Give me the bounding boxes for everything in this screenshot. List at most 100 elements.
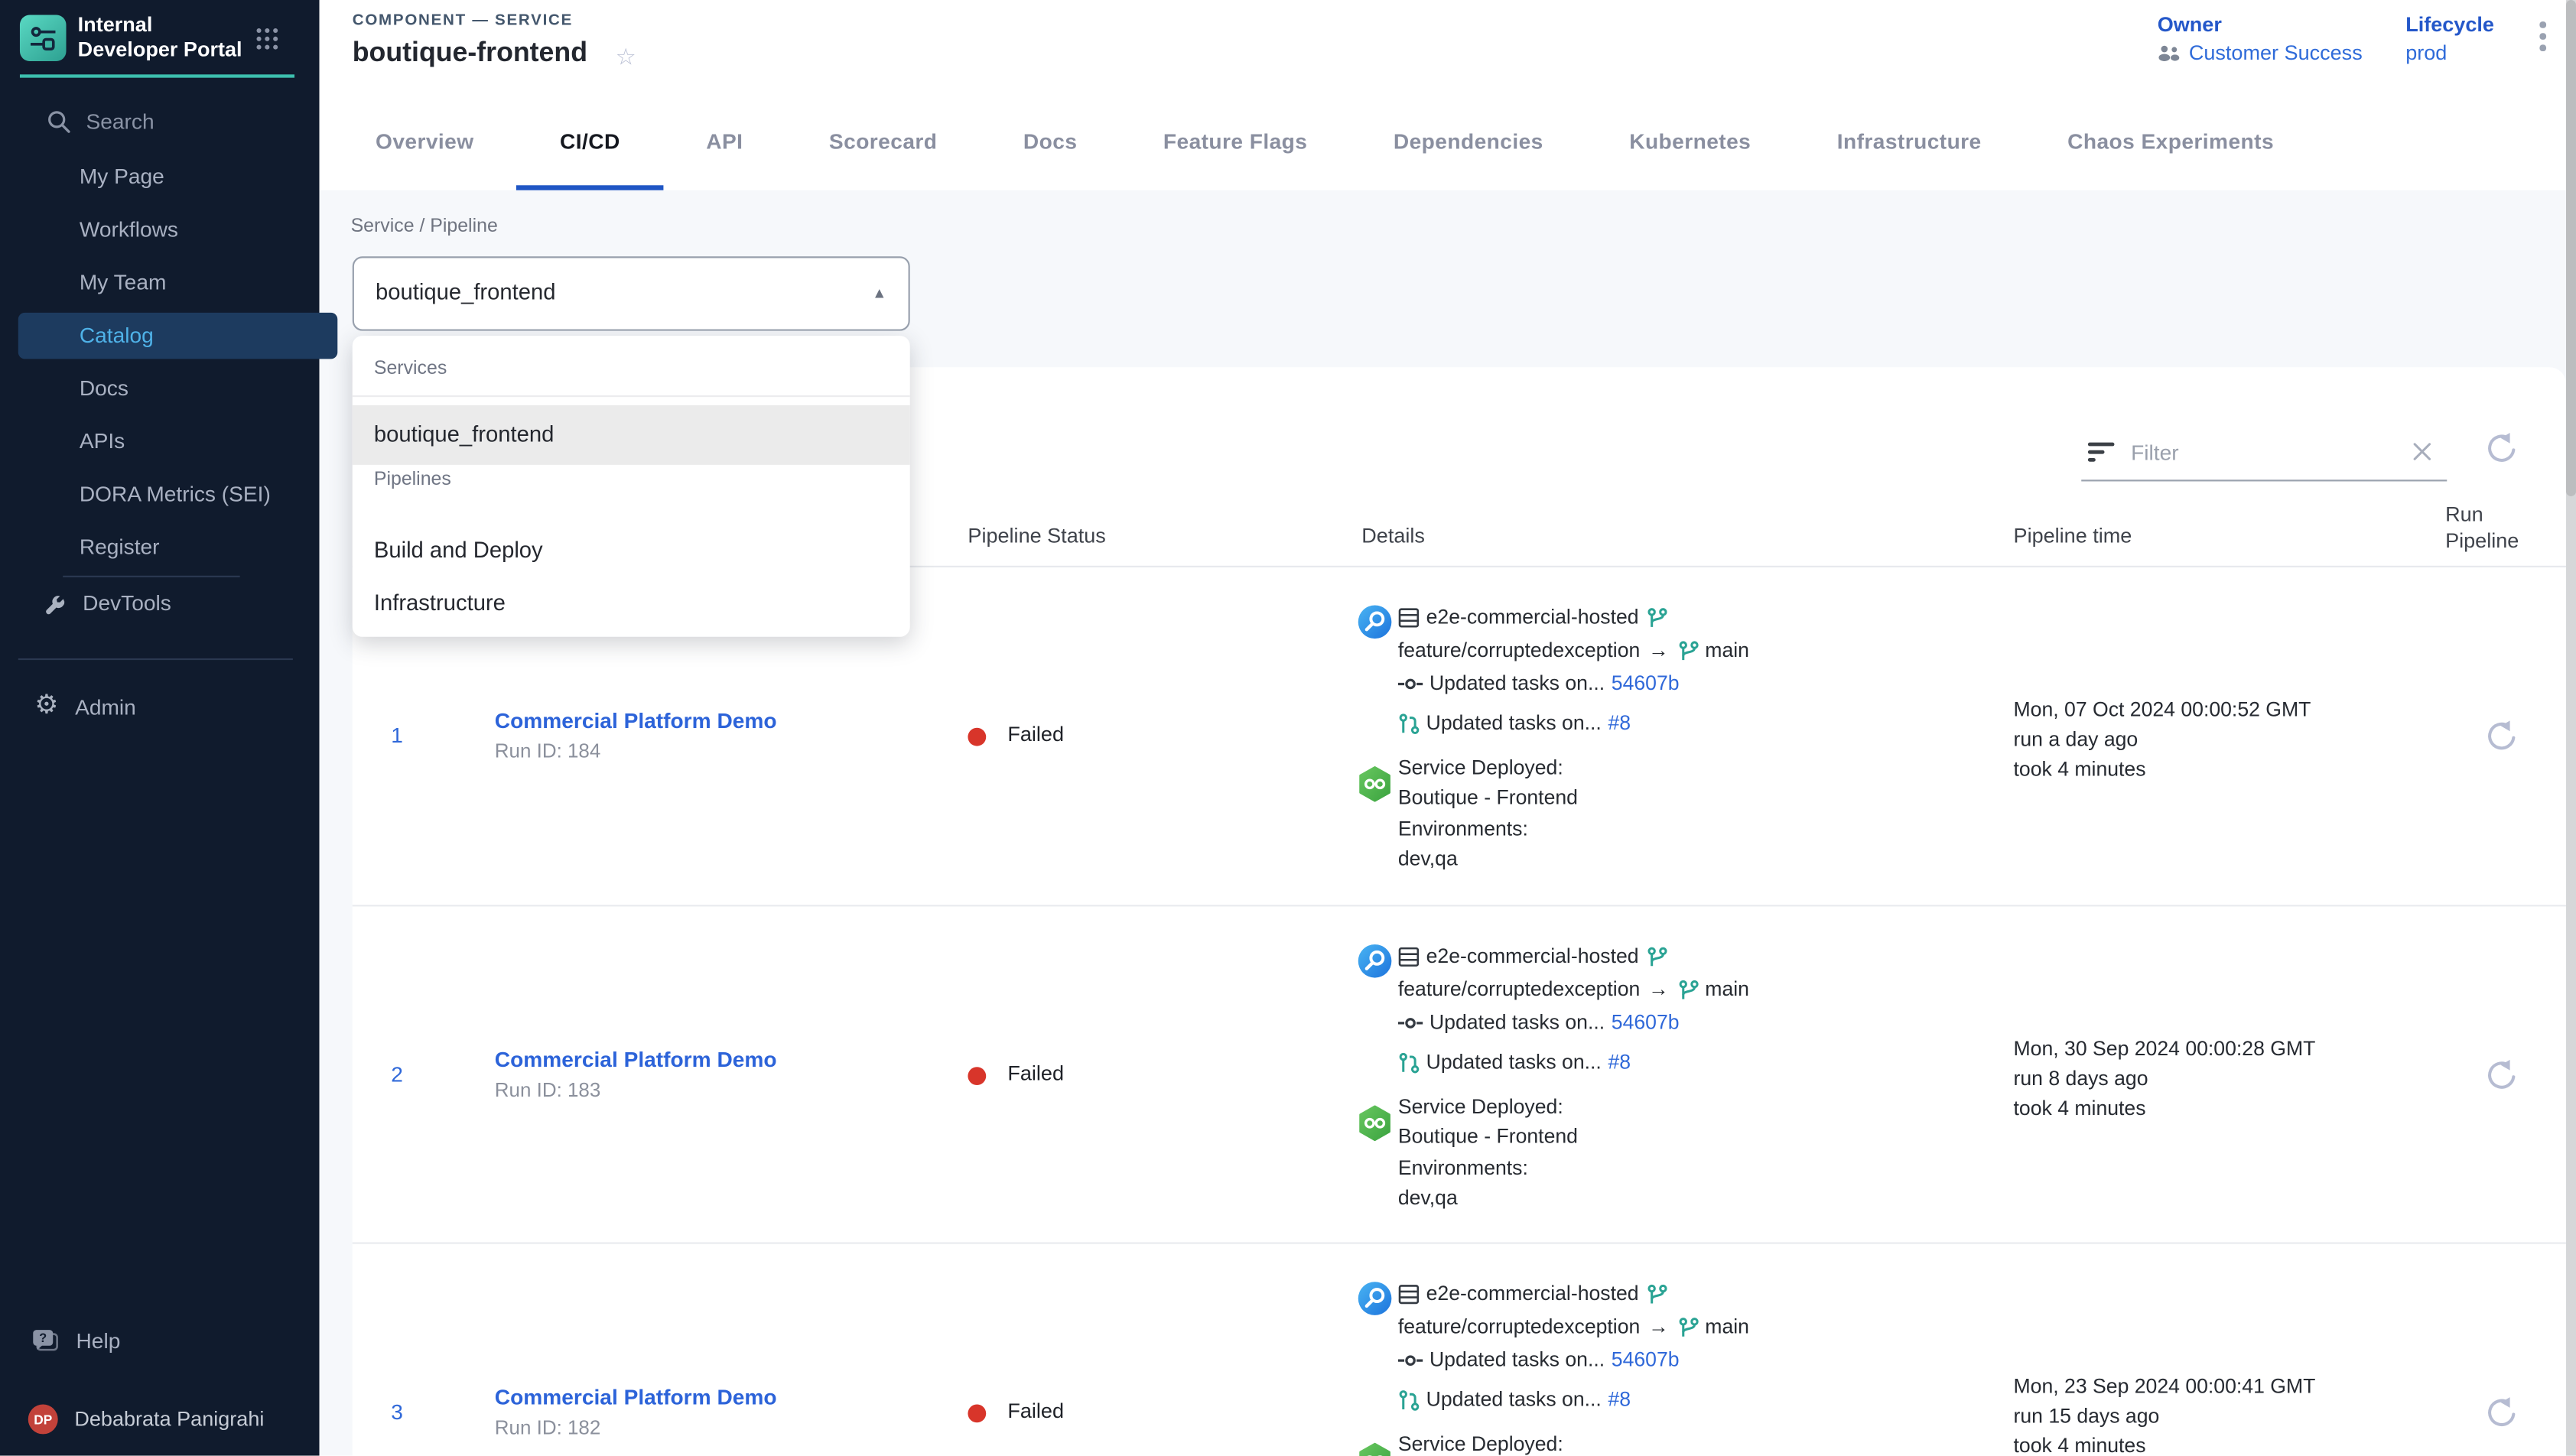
sidebar-item-register[interactable]: Register — [80, 531, 160, 564]
tab-chaos-experiments[interactable]: Chaos Experiments — [2025, 91, 2317, 190]
more-options-button[interactable] — [2536, 21, 2549, 50]
git-branch-icon — [1677, 1316, 1699, 1337]
pr-link[interactable]: #8 — [1608, 711, 1631, 734]
tab-kubernetes[interactable]: Kubernetes — [1586, 91, 1794, 190]
dropdown-option-build-and-deploy[interactable]: Build and Deploy — [353, 525, 910, 577]
sidebar-item-apis[interactable]: APIs — [80, 425, 125, 458]
commit-link[interactable]: 54607b — [1612, 1348, 1680, 1371]
pipeline-name-link[interactable]: Commercial Platform Demo — [495, 1047, 777, 1071]
gear-icon: ⚙ — [34, 693, 58, 720]
commit-message: Updated tasks on... — [1429, 1011, 1605, 1034]
sidebar-item-devtools[interactable]: DevTools — [43, 590, 171, 615]
column-header-pipeline-status: Pipeline Status — [968, 525, 1105, 548]
dropdown-group-services: Services — [374, 359, 447, 379]
caret-up-icon: ▲ — [872, 284, 886, 301]
pull-request-icon — [1398, 1389, 1420, 1410]
favorite-star-icon[interactable]: ☆ — [616, 43, 636, 70]
run-id: Run ID: 182 — [495, 1416, 601, 1439]
pipeline-name-link[interactable]: Commercial Platform Demo — [495, 1385, 777, 1409]
app-logo[interactable] — [20, 15, 67, 61]
tab-feature-flags[interactable]: Feature Flags — [1120, 91, 1351, 190]
repo-icon — [1398, 606, 1420, 628]
tab-infrastructure[interactable]: Infrastructure — [1794, 91, 2025, 190]
run-id: Run ID: 184 — [495, 739, 601, 762]
pr-link[interactable]: #8 — [1608, 1051, 1631, 1074]
rerun-pipeline-icon[interactable] — [2483, 1058, 2520, 1095]
tab-scorecard[interactable]: Scorecard — [786, 91, 981, 190]
git-branch-icon — [1677, 978, 1699, 999]
pull-request-icon — [1398, 712, 1420, 733]
sidebar-item-catalog[interactable]: Catalog — [18, 313, 337, 359]
team-icon — [2158, 44, 2181, 61]
arrow-right-icon: → — [1648, 639, 1669, 661]
tab-cicd[interactable]: CI/CD — [517, 91, 663, 190]
filter-input[interactable]: Filter — [2131, 440, 2395, 464]
tab-api[interactable]: API — [663, 91, 786, 190]
git-branch-icon — [1645, 606, 1667, 628]
tab-overview[interactable]: Overview — [333, 91, 517, 190]
refresh-icon[interactable] — [2483, 432, 2520, 469]
deploy-env-label: Environments: — [1398, 1153, 1528, 1183]
dropdown-option-infrastructure[interactable]: Infrastructure — [353, 577, 910, 630]
rerun-pipeline-icon[interactable] — [2483, 1396, 2520, 1433]
sidebar-item-admin[interactable]: ⚙ Admin — [34, 693, 135, 720]
repo-name: e2e-commercial-hosted — [1426, 1282, 1639, 1305]
pr-link[interactable]: #8 — [1608, 1388, 1631, 1411]
commit-link[interactable]: 54607b — [1612, 671, 1680, 694]
rerun-pipeline-icon[interactable] — [2483, 720, 2520, 756]
run-id: Run ID: 183 — [495, 1078, 601, 1101]
sidebar-item-my-page[interactable]: My Page — [80, 161, 164, 193]
table-row: 3 Commercial Platform Demo Run ID: 182 F… — [353, 1243, 2566, 1456]
sidebar-item-workflows[interactable]: Workflows — [80, 213, 178, 246]
scrollbar-thumb[interactable] — [2565, 0, 2576, 496]
deploy-line: Service Deployed: — [1398, 752, 1563, 782]
deploy-env-label: Environments: — [1398, 814, 1528, 843]
status-label: Failed — [1007, 723, 1064, 746]
clear-filter-icon[interactable] — [2412, 442, 2432, 462]
sidebar-item-help[interactable]: ? Help — [31, 1328, 120, 1353]
tab-dependencies[interactable]: Dependencies — [1351, 91, 1586, 190]
pipeline-time: Mon, 23 Sep 2024 00:00:41 GMT run 15 day… — [2014, 1371, 2316, 1456]
help-label: Help — [76, 1328, 121, 1353]
pr-message: Updated tasks on... — [1426, 711, 1602, 734]
pipeline-logo-icon — [27, 21, 60, 54]
sidebar-item-my-team[interactable]: My Team — [80, 266, 167, 299]
pipeline-time: Mon, 30 Sep 2024 00:00:28 GMT run 8 days… — [2014, 1034, 2316, 1123]
sidebar-item-search[interactable]: Search — [47, 109, 154, 134]
user-menu[interactable]: DP Debabrata Panigrahi — [28, 1404, 265, 1434]
lifecycle-label: Lifecycle — [2405, 13, 2494, 36]
dropdown-option-boutique-frontend[interactable]: boutique_frontend — [353, 405, 910, 465]
row-index: 2 — [376, 1062, 418, 1087]
sidebar-item-dora-metrics[interactable]: DORA Metrics (SEI) — [80, 478, 271, 511]
owner-link[interactable]: Customer Success — [2189, 41, 2363, 64]
sidebar-divider-2 — [18, 658, 293, 660]
column-header-pipeline-time: Pipeline time — [2014, 525, 2132, 548]
sidebar-item-docs[interactable]: Docs — [80, 372, 128, 405]
svg-text:?: ? — [39, 1331, 47, 1345]
cd-stage-icon — [1357, 766, 1394, 803]
ci-stage-icon — [1357, 604, 1394, 641]
tab-docs[interactable]: Docs — [981, 91, 1120, 190]
arrow-right-icon: → — [1648, 977, 1669, 1000]
cd-stage-icon — [1357, 1105, 1394, 1142]
owner-block: Owner Customer Success — [2158, 13, 2363, 64]
pipeline-select[interactable]: boutique_frontend ▲ — [353, 256, 910, 330]
branch-from: feature/corruptedexception — [1398, 639, 1640, 661]
app-switcher-icon[interactable] — [255, 27, 279, 51]
commit-link[interactable]: 54607b — [1612, 1011, 1680, 1034]
git-branch-icon — [1677, 639, 1699, 661]
repo-name: e2e-commercial-hosted — [1426, 606, 1639, 629]
pipeline-name-link[interactable]: Commercial Platform Demo — [495, 708, 777, 733]
pipeline-time: Mon, 07 Oct 2024 00:00:52 GMT run a day … — [2014, 695, 2311, 785]
column-header-details: Details — [1361, 525, 1425, 548]
dropdown-divider — [353, 395, 910, 397]
row-index: 1 — [376, 723, 418, 747]
branch-to: main — [1705, 977, 1749, 1000]
repo-name: e2e-commercial-hosted — [1426, 944, 1639, 967]
vertical-scrollbar[interactable] — [2565, 0, 2576, 1456]
repo-icon — [1398, 1283, 1420, 1305]
pr-message: Updated tasks on... — [1426, 1051, 1602, 1074]
devtools-label: DevTools — [83, 590, 171, 615]
deploy-line: Service Deployed: — [1398, 1092, 1563, 1122]
breadcrumb: COMPONENT — SERVICE — [353, 11, 573, 30]
